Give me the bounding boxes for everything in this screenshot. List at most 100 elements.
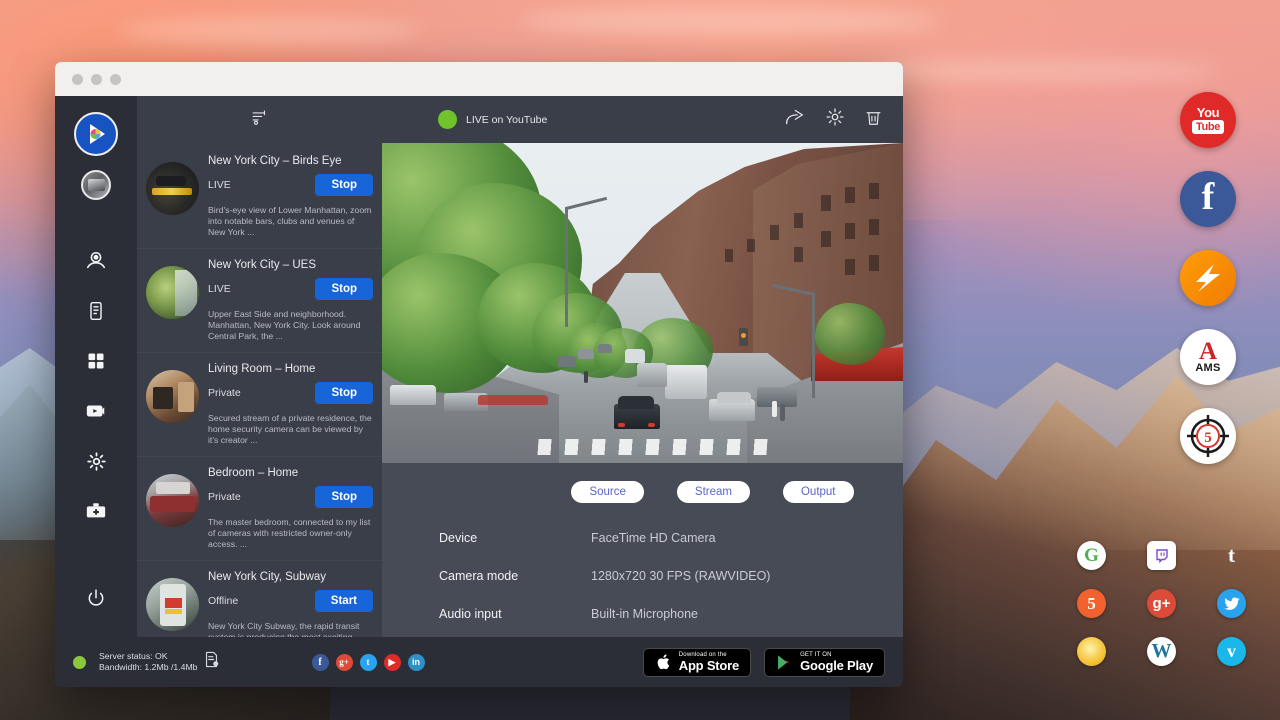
camera-toggle-button[interactable]: Start <box>315 590 373 612</box>
detail-value[interactable]: FaceTime HD Camera <box>591 531 716 545</box>
camera-status: Private <box>208 387 241 399</box>
tumblr-service-icon[interactable]: t <box>1217 541 1246 570</box>
wowza-service-icon[interactable] <box>1180 250 1236 306</box>
youtube-icon[interactable]: ▶ <box>384 654 401 671</box>
ams-caption: AMS <box>1195 362 1220 374</box>
status-bar: Server status: OK Bandwidth: 1.2Mb /1.4M… <box>55 637 903 687</box>
media-icon[interactable] <box>71 386 121 436</box>
main-toolbar: LIVE on YouTube <box>382 96 903 143</box>
twitter-icon[interactable]: t <box>360 654 377 671</box>
camera-status: LIVE <box>208 179 231 191</box>
server-status-dot <box>73 656 86 669</box>
google-play-big-text: Google Play <box>800 659 873 672</box>
google-play-badge[interactable]: GET IT ON Google Play <box>764 648 885 677</box>
video-preview[interactable] <box>382 143 903 463</box>
camera-list-header <box>137 96 382 143</box>
detail-tabs: Source Stream Output <box>382 481 903 503</box>
preview-tree <box>815 303 885 365</box>
app-logo[interactable] <box>74 112 118 156</box>
svg-text:5: 5 <box>1204 430 1212 446</box>
camera-description: Bird's-eye view of Lower Manhattan, zoom… <box>208 205 373 238</box>
camera-list-item[interactable]: New York City – UES LIVE Stop Upper East… <box>137 249 382 353</box>
app-store-badge[interactable]: Download on the App Store <box>643 648 751 677</box>
account-avatar[interactable] <box>81 170 111 200</box>
camera-status: LIVE <box>208 283 231 295</box>
detail-row: Audio input Built-in Microphone <box>439 607 903 621</box>
detail-row: Device FaceTime HD Camera <box>439 531 903 545</box>
window-close-button[interactable] <box>72 74 83 85</box>
tab-stream[interactable]: Stream <box>677 481 750 503</box>
first-aid-icon[interactable] <box>71 486 121 536</box>
desktop-mini-service-icons: G t 5 g+ W v <box>1077 541 1252 672</box>
settings-gear-icon[interactable] <box>71 436 121 486</box>
adobe-ams-service-icon[interactable]: A AMS <box>1180 329 1236 385</box>
preview-bus <box>478 395 548 405</box>
twitter-service-icon[interactable] <box>1217 589 1246 618</box>
camera-icon[interactable] <box>71 236 121 286</box>
camera-toggle-button[interactable]: Stop <box>315 278 373 300</box>
power-icon[interactable] <box>71 573 121 623</box>
camera-toggle-button[interactable]: Stop <box>315 174 373 196</box>
camera-list: New York City – Birds Eye LIVE Stop Bird… <box>137 143 382 637</box>
camera-thumbnail <box>146 162 199 215</box>
window-zoom-button[interactable] <box>110 74 121 85</box>
google-plus-service-icon[interactable]: g+ <box>1147 589 1176 618</box>
lightning-bolt-icon <box>1188 258 1228 298</box>
camera-toggle-button[interactable]: Stop <box>315 382 373 404</box>
camera-list-item[interactable]: Living Room – Home Private Stop Secured … <box>137 353 382 457</box>
camera-description: New York City Subway, the rapid transit … <box>208 621 373 637</box>
detail-value[interactable]: 1280x720 30 FPS (RAWVIDEO) <box>591 569 770 583</box>
five-target-service-icon[interactable]: 5 <box>1180 408 1236 464</box>
twitch-glyph-icon <box>1154 548 1170 564</box>
app-store-big-text: App Store <box>679 659 739 672</box>
grid-icon[interactable] <box>71 336 121 386</box>
camera-list-item[interactable]: New York City, Subway Offline Start New … <box>137 561 382 637</box>
g-service-icon[interactable]: G <box>1077 541 1106 570</box>
preview-pedestrian <box>584 371 588 383</box>
detail-label: Audio input <box>439 607 591 621</box>
camera-description: Upper East Side and neighborhood. Manhat… <box>208 309 373 342</box>
play-logo-icon <box>83 121 109 147</box>
five-service-icon[interactable]: 5 <box>1077 589 1106 618</box>
wordpress-service-icon[interactable]: W <box>1147 637 1176 666</box>
device-icon[interactable] <box>71 286 121 336</box>
preview-streetlamp <box>812 293 815 398</box>
server-status-label: Server status: OK <box>99 651 198 663</box>
camera-title: New York City – UES <box>208 259 373 271</box>
linkedin-icon[interactable]: in <box>408 654 425 671</box>
twitch-service-icon[interactable] <box>1147 541 1176 570</box>
camera-thumbnail <box>146 370 199 423</box>
vimeo-service-icon[interactable]: v <box>1217 637 1246 666</box>
live-status-label: LIVE on YouTube <box>466 114 547 126</box>
camera-status: Private <box>208 491 241 503</box>
sun-service-icon[interactable] <box>1077 637 1106 666</box>
camera-thumbnail <box>146 266 199 319</box>
google-play-icon <box>776 653 793 672</box>
bandwidth-label: Bandwidth: 1.2Mb /1.4Mb <box>99 662 198 674</box>
tab-output[interactable]: Output <box>783 481 854 503</box>
settings-gear-icon[interactable] <box>825 107 845 132</box>
trash-icon[interactable] <box>864 107 883 133</box>
document-info-icon[interactable] <box>203 650 220 674</box>
camera-description: The master bedroom, connected to my list… <box>208 517 373 550</box>
camera-list-item[interactable]: Bedroom – Home Private Stop The master b… <box>137 457 382 561</box>
google-plus-icon[interactable]: g+ <box>336 654 353 671</box>
camera-list-item[interactable]: New York City – Birds Eye LIVE Stop Bird… <box>137 145 382 249</box>
facebook-service-icon[interactable]: f <box>1180 171 1236 227</box>
facebook-icon[interactable]: f <box>312 654 329 671</box>
youtube-service-icon[interactable]: You Tube <box>1180 92 1236 148</box>
window-minimize-button[interactable] <box>91 74 102 85</box>
detail-value[interactable]: Built-in Microphone <box>591 607 698 621</box>
adobe-a-glyph: A <box>1199 341 1217 362</box>
detail-label: Camera mode <box>439 569 591 583</box>
target-icon: 5 <box>1184 412 1232 460</box>
camera-thumbnail <box>146 474 199 527</box>
app-window: New York City – Birds Eye LIVE Stop Bird… <box>55 62 903 687</box>
filter-sort-icon[interactable] <box>251 109 268 131</box>
tab-source[interactable]: Source <box>571 481 643 503</box>
camera-description: Secured stream of a private residence, t… <box>208 413 373 446</box>
preview-car <box>390 385 436 405</box>
camera-title: Living Room – Home <box>208 363 373 375</box>
camera-toggle-button[interactable]: Stop <box>315 486 373 508</box>
share-icon[interactable] <box>783 107 806 133</box>
